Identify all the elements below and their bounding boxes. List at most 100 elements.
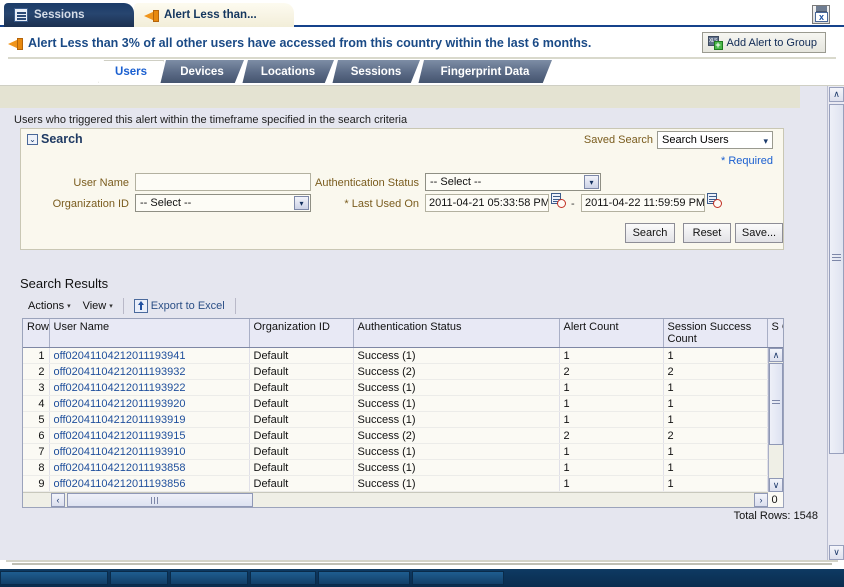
- search-results-title: Search Results: [20, 276, 108, 291]
- cell-auth: Success (1): [353, 476, 559, 492]
- column-header-row[interactable]: Row: [23, 319, 49, 348]
- cell-row: 6: [23, 428, 49, 444]
- cell-user[interactable]: off02041104212011193856: [49, 476, 249, 492]
- add-alert-to-group-button[interactable]: XLS + Add Alert to Group: [702, 32, 827, 53]
- tab-fingerprint-data[interactable]: Fingerprint Data: [418, 60, 552, 85]
- table-hscroll-thumb[interactable]: [67, 493, 253, 507]
- view-menu[interactable]: View ▾: [77, 297, 119, 315]
- window-tab-alert[interactable]: Alert Less than...: [134, 3, 294, 27]
- table-scroll-right-icon[interactable]: ›: [754, 493, 768, 507]
- table-row[interactable]: 5off02041104212011193919DefaultSuccess (…: [23, 412, 784, 428]
- cell-auth: Success (1): [353, 348, 559, 364]
- window-tab-sessions[interactable]: Sessions: [4, 3, 134, 27]
- cell-org: Default: [249, 444, 353, 460]
- cell-org: Default: [249, 380, 353, 396]
- column-header-partial[interactable]: S C: [767, 319, 784, 348]
- cell-user[interactable]: off02041104212011193941: [49, 348, 249, 364]
- tab-summary[interactable]: Summary: [8, 60, 100, 85]
- cell-sess: 1: [663, 460, 767, 476]
- table-row[interactable]: 8off02041104212011193858DefaultSuccess (…: [23, 460, 784, 476]
- table-row[interactable]: 11off02041104212011193848DefaultSuccess …: [23, 508, 784, 509]
- column-header-user-name[interactable]: User Name: [49, 319, 249, 348]
- scroll-down-icon[interactable]: ∨: [829, 545, 844, 560]
- table-row[interactable]: 3off02041104212011193922DefaultSuccess (…: [23, 380, 784, 396]
- table-scroll-left-icon[interactable]: ‹: [51, 493, 65, 507]
- taskbar-button[interactable]: [250, 571, 316, 585]
- user-name-input[interactable]: [135, 173, 311, 191]
- taskbar-button[interactable]: [110, 571, 168, 585]
- cell-org: Default: [249, 396, 353, 412]
- cell-user[interactable]: off02041104212011193858: [49, 460, 249, 476]
- table-vertical-scrollbar[interactable]: ∧ ∨: [768, 348, 783, 492]
- page-scroll-thumb[interactable]: [829, 104, 844, 454]
- cell-row: 4: [23, 396, 49, 412]
- toolbar-divider: [235, 298, 236, 314]
- last-used-to-input[interactable]: 2011-04-22 11:59:59 PM: [581, 194, 705, 212]
- table-horizontal-scrollbar[interactable]: ‹ ›: [23, 492, 768, 507]
- actions-menu[interactable]: Actions ▾: [22, 297, 77, 315]
- page-description: Users who triggered this alert within th…: [14, 114, 407, 126]
- cell-sess: 1: [663, 412, 767, 428]
- cell-user[interactable]: off02041104212011193920: [49, 396, 249, 412]
- cell-alert: 1: [559, 444, 663, 460]
- column-header-org-id[interactable]: Organization ID: [249, 319, 353, 348]
- taskbar-button[interactable]: [0, 571, 108, 585]
- tab-sessions[interactable]: Sessions: [332, 60, 420, 85]
- tab-locations[interactable]: Locations: [242, 60, 334, 85]
- saved-search-value: Search Users: [662, 134, 729, 146]
- column-header-auth-status[interactable]: Authentication Status: [353, 319, 559, 348]
- auth-status-select[interactable]: -- Select -- ▾: [425, 173, 601, 191]
- save-excel-icon[interactable]: x: [812, 5, 830, 24]
- reset-button[interactable]: Reset: [683, 223, 731, 243]
- page-vertical-scrollbar[interactable]: ∧ ∨: [827, 86, 844, 561]
- total-rows-label: Total Rows: 1548: [734, 510, 818, 522]
- cell-user[interactable]: off02041104212011193915: [49, 428, 249, 444]
- chevron-down-icon: ▾: [763, 136, 768, 147]
- cell-alert: 1: [559, 380, 663, 396]
- os-taskbar: [0, 569, 844, 587]
- last-used-on-label: * Last Used On: [309, 198, 419, 210]
- calendar-clock-icon[interactable]: [551, 193, 566, 208]
- cell-row: 8: [23, 460, 49, 476]
- tab-label: Devices: [180, 66, 223, 78]
- table-row[interactable]: 2off02041104212011193932DefaultSuccess (…: [23, 364, 784, 380]
- table-row[interactable]: 4off02041104212011193920DefaultSuccess (…: [23, 396, 784, 412]
- chevron-down-icon: ▾: [584, 175, 599, 189]
- cell-user[interactable]: off02041104212011193919: [49, 412, 249, 428]
- cell-org: Default: [249, 364, 353, 380]
- cell-user[interactable]: off02041104212011193848: [49, 508, 249, 509]
- search-panel-header: ⌄ Search Saved Search Search Users ▾: [21, 129, 783, 151]
- required-note: * Required: [721, 155, 773, 167]
- cell-alert: 1: [559, 348, 663, 364]
- organization-id-select[interactable]: -- Select -- ▾: [135, 194, 311, 212]
- taskbar-button[interactable]: [318, 571, 410, 585]
- last-used-from-input[interactable]: 2011-04-21 05:33:58 PM: [425, 194, 549, 212]
- cell-user[interactable]: off02041104212011193932: [49, 364, 249, 380]
- scroll-up-icon[interactable]: ∧: [829, 87, 844, 102]
- tab-devices[interactable]: Devices: [160, 60, 244, 85]
- search-section-title: Search: [41, 132, 83, 146]
- tab-users[interactable]: Users: [98, 60, 164, 85]
- taskbar-button[interactable]: [412, 571, 504, 585]
- saved-search-select[interactable]: Search Users ▾: [657, 131, 773, 149]
- column-header-session-success-count[interactable]: Session Success Count: [663, 319, 767, 348]
- results-table: Row User Name Organization ID Authentica…: [23, 319, 784, 508]
- taskbar-button[interactable]: [170, 571, 248, 585]
- cell-alert: 1: [559, 476, 663, 492]
- table-scroll-up-icon[interactable]: ∧: [769, 348, 783, 362]
- table-row[interactable]: 6off02041104212011193915DefaultSuccess (…: [23, 428, 784, 444]
- cell-org: Default: [249, 428, 353, 444]
- cell-user[interactable]: off02041104212011193922: [49, 380, 249, 396]
- search-button[interactable]: Search: [625, 223, 675, 243]
- table-scroll-down-icon[interactable]: ∨: [769, 478, 783, 492]
- column-header-alert-count[interactable]: Alert Count: [559, 319, 663, 348]
- table-row[interactable]: 1off02041104212011193941DefaultSuccess (…: [23, 348, 784, 364]
- calendar-clock-icon[interactable]: [707, 193, 722, 208]
- save-button[interactable]: Save...: [735, 223, 783, 243]
- scroll-grip-icon: [832, 254, 841, 261]
- table-row[interactable]: 7off02041104212011193910DefaultSuccess (…: [23, 444, 784, 460]
- cell-user[interactable]: off02041104212011193910: [49, 444, 249, 460]
- table-row[interactable]: 9off02041104212011193856DefaultSuccess (…: [23, 476, 784, 492]
- collapse-toggle-icon[interactable]: ⌄: [27, 134, 38, 145]
- export-to-excel-button[interactable]: Export to Excel: [128, 297, 231, 315]
